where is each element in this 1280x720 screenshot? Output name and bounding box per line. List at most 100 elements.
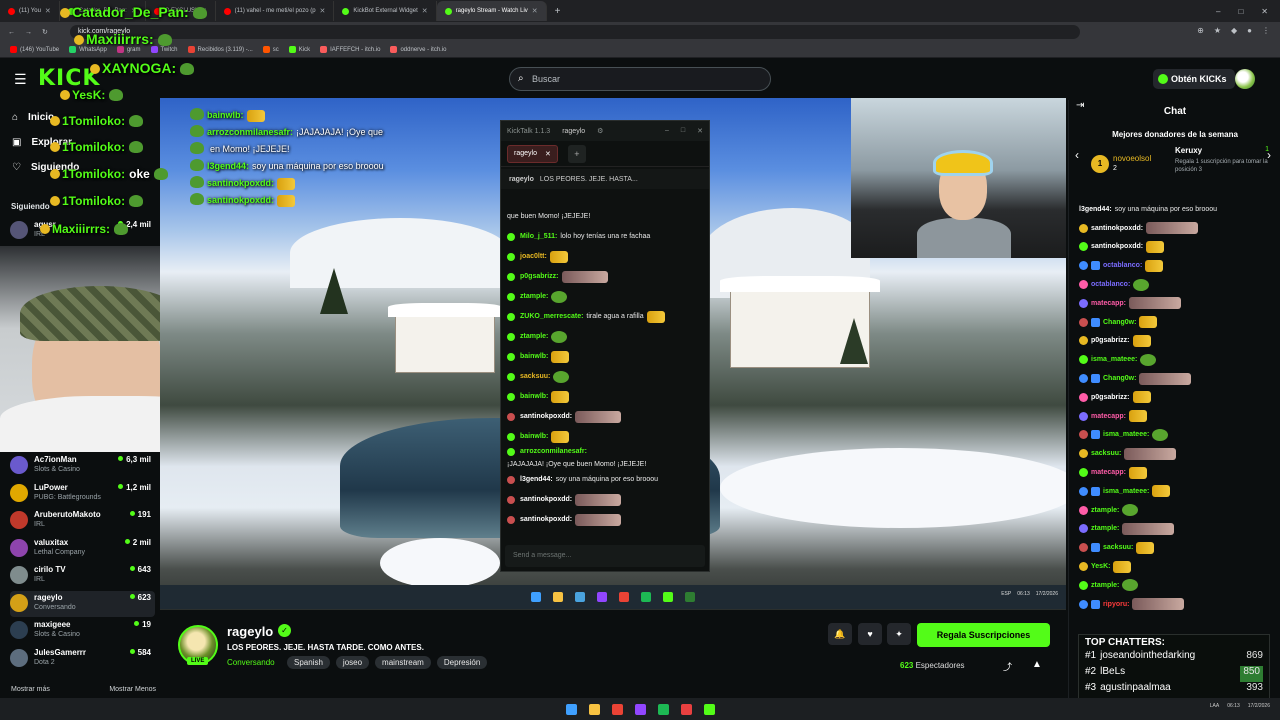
get-kicks-button[interactable]: Obtén KICKs xyxy=(1153,69,1235,89)
chat-username[interactable]: l3gend44: xyxy=(1079,206,1112,213)
kicktalk-message-list[interactable]: que buen Momo! ¡JEJEJE! Milo_j_511: lolo h… xyxy=(501,207,709,537)
chat-username[interactable]: p0gsabrizz: xyxy=(1091,394,1130,401)
tab-close-icon[interactable]: ✕ xyxy=(422,7,428,15)
bookmark-item[interactable]: Recibidos (3.119) -... xyxy=(187,46,253,53)
kick-icon[interactable] xyxy=(703,703,715,715)
back-icon[interactable]: ← xyxy=(8,29,15,36)
chat-username[interactable]: matecapp: xyxy=(1091,300,1126,307)
sidebar-channel[interactable]: JulesGamerrr Dota 2 584 xyxy=(10,646,155,672)
url-field[interactable]: kick.com/rageylo xyxy=(70,25,1080,39)
app-icon[interactable] xyxy=(680,703,692,715)
sidebar-channel[interactable]: AruberutoMakoto IRL 191 xyxy=(10,508,155,534)
star-icon[interactable]: ★ xyxy=(1214,26,1221,35)
kicktalk-tab-rageylo[interactable]: rageylo ✕ xyxy=(507,144,558,163)
chat-username[interactable]: ztample: xyxy=(1091,507,1119,514)
gift-subscriptions-button[interactable]: Regala Suscripciones xyxy=(917,623,1050,647)
browser-tab[interactable]: (11) vahel - me meti/el pozo (p ✕ xyxy=(216,1,335,21)
add-tab-button[interactable]: + xyxy=(567,144,586,163)
chat-username[interactable]: isma_mateee: xyxy=(1091,356,1137,363)
close-icon[interactable]: ✕ xyxy=(697,127,703,135)
new-tab-icon[interactable]: + xyxy=(547,6,569,17)
overlay-chat-line: Catador_De_Pan: xyxy=(60,4,210,20)
chat-username[interactable]: Chang0w: xyxy=(1103,375,1136,382)
chat-username[interactable]: sacksuu: xyxy=(1091,450,1121,457)
sidebar-channel[interactable]: maxigeee Slots & Casino 19 xyxy=(10,618,155,644)
browser-tab[interactable]: KickBot External Widget ✕ xyxy=(334,1,437,21)
share-icon[interactable]: ⤴ xyxy=(1003,660,1012,673)
close-icon[interactable]: ✕ xyxy=(1261,7,1268,16)
stream-category[interactable]: Conversando xyxy=(227,658,275,667)
show-less-link[interactable]: Mostrar Menos xyxy=(109,686,156,693)
bookmark-item[interactable]: sc xyxy=(262,46,279,53)
browser-tab[interactable]: (11) You ✕ xyxy=(0,1,60,21)
user-avatar[interactable] xyxy=(1235,69,1255,89)
chat-username[interactable]: ztample: xyxy=(1091,525,1119,532)
translate-icon[interactable]: ⊕ xyxy=(1197,26,1204,35)
overlay-username: 1Tomiloko: xyxy=(62,114,126,128)
chat-username[interactable]: santinokpoxdd: xyxy=(1091,225,1143,232)
stream-tag[interactable]: mainstream xyxy=(375,656,431,669)
chat-username[interactable]: ztample: xyxy=(1091,582,1119,589)
windows-start-icon[interactable] xyxy=(565,703,577,715)
hamburger-menu-icon[interactable]: ☰ xyxy=(14,71,27,88)
maximize-icon[interactable]: □ xyxy=(1238,7,1243,16)
bookmark-item[interactable]: Kick xyxy=(288,46,310,53)
tab-close-icon[interactable]: ✕ xyxy=(545,150,551,158)
bookmark-item[interactable]: Twitch xyxy=(150,46,178,53)
chat-username[interactable]: matecapp: xyxy=(1091,469,1126,476)
profile-icon[interactable]: ● xyxy=(1247,26,1252,35)
chat-username[interactable]: YesK: xyxy=(1091,563,1110,570)
chat-username[interactable]: isma_mateee: xyxy=(1103,488,1149,495)
chat-username[interactable]: Chang0w: xyxy=(1103,319,1136,326)
notification-bell-button[interactable]: 🔔 xyxy=(828,623,852,645)
kicktalk-message-input[interactable]: Send a message... xyxy=(505,545,705,567)
bookmark-item[interactable]: gram xyxy=(116,46,141,53)
sidebar-channel[interactable]: cirilo TV IRL 643 xyxy=(10,563,155,589)
streamer-name[interactable]: rageylo xyxy=(227,624,273,639)
top-donor-1: 1 novoeolsol 2 xyxy=(1091,152,1171,178)
minimize-icon[interactable]: – xyxy=(665,127,669,135)
sidebar-channel[interactable]: LuPower PUBG: Battlegrounds 1,2 mil xyxy=(10,481,155,507)
file-explorer-icon[interactable] xyxy=(588,703,600,715)
settings-icon[interactable]: ⚙ xyxy=(597,127,603,135)
follow-heart-button[interactable]: ♥ xyxy=(858,623,882,645)
bookmark-item[interactable]: oddnerve - itch.io xyxy=(390,46,447,53)
bookmark-item[interactable]: IAFFEFCH - itch.io xyxy=(320,46,380,53)
sidebar-channel[interactable]: rageylo Conversando 623 xyxy=(10,590,155,617)
tab-close-icon[interactable]: ✕ xyxy=(320,7,326,15)
browser-tab[interactable]: rageylo Stream - Watch Liv ✕ xyxy=(436,1,547,21)
chat-username[interactable]: sacksuu: xyxy=(1103,544,1133,551)
chat-username[interactable]: p0gsabrizz: xyxy=(1091,337,1130,344)
stream-tag[interactable]: Spanish xyxy=(287,656,330,669)
chat-username[interactable]: matecapp: xyxy=(1091,413,1126,420)
stream-tag[interactable]: Depresión xyxy=(436,656,488,669)
search-input[interactable]: ⌕ Buscar xyxy=(509,67,771,91)
emote-icon xyxy=(1139,372,1192,385)
sparkle-button[interactable]: ✦ xyxy=(887,623,911,645)
chat-username[interactable]: isma_mateee: xyxy=(1103,431,1149,438)
sidebar-channel[interactable]: valuxitax Lethal Company 2 mil xyxy=(10,536,155,562)
chrome-icon[interactable] xyxy=(611,703,623,715)
menu-dots-icon[interactable]: ⋮ xyxy=(1262,26,1270,35)
maximize-icon[interactable]: □ xyxy=(681,127,685,135)
bookmark-item[interactable]: (146) YouTube xyxy=(10,46,59,53)
spotify-icon[interactable] xyxy=(657,703,669,715)
reload-icon[interactable]: ↻ xyxy=(42,28,48,36)
chat-username[interactable]: ripyoru: xyxy=(1103,601,1129,608)
extensions-icon[interactable]: ◆ xyxy=(1231,26,1237,35)
minimize-icon[interactable]: – xyxy=(1216,7,1220,16)
forward-icon[interactable]: → xyxy=(25,29,32,36)
chat-username[interactable]: octablanco: xyxy=(1091,281,1130,288)
app-icon[interactable] xyxy=(634,703,646,715)
chat-username[interactable]: santinokpoxdd: xyxy=(1091,243,1143,250)
chat-username[interactable]: octablanco: xyxy=(1103,262,1142,269)
stream-tag[interactable]: joseo xyxy=(335,656,370,669)
bookmark-item[interactable]: WhatsApp xyxy=(69,46,107,53)
report-icon[interactable]: ▲ xyxy=(1032,659,1042,670)
tab-close-icon[interactable]: ✕ xyxy=(45,7,51,15)
sidebar-item-inicio[interactable]: ⌂ Inicio xyxy=(12,112,54,123)
show-more-link[interactable]: Mostrar más xyxy=(11,686,50,693)
tab-close-icon[interactable]: ✕ xyxy=(532,7,538,15)
chevron-left-icon[interactable]: ‹ xyxy=(1075,148,1079,162)
sidebar-channel[interactable]: Ac7ionMan Slots & Casino 6,3 mil xyxy=(10,453,155,479)
